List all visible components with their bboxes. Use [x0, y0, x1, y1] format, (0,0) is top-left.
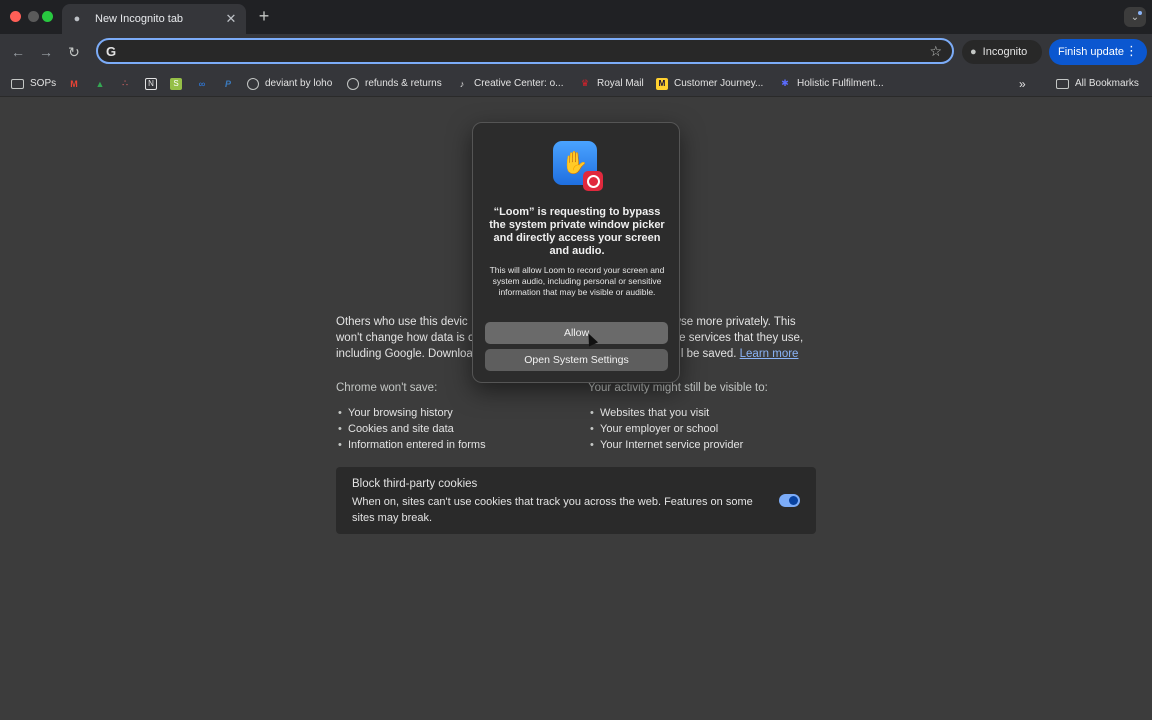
open-system-settings-button[interactable]: Open System Settings	[485, 349, 668, 371]
list-item: Your employer or school	[588, 421, 768, 437]
all-bookmarks-button[interactable]: All Bookmarks	[1056, 76, 1139, 91]
meta-icon: ∞	[198, 78, 206, 89]
arrow-left-icon: ←	[11, 44, 25, 60]
puzzle-icon: ✱	[781, 78, 789, 88]
double-chevron-right-icon: »	[1019, 76, 1026, 91]
list-item: Your Internet service provider	[588, 437, 768, 453]
cookies-description: When on, sites can't use cookies that tr…	[352, 496, 753, 524]
loom-permission-dialog: ✋ “Loom” is requesting to bypass the sys…	[472, 122, 680, 383]
forward-button[interactable]: →	[36, 42, 56, 62]
address-bar[interactable]: G ☆	[96, 38, 954, 64]
back-button[interactable]: ←	[8, 42, 28, 62]
cookies-title: Block third-party cookies	[352, 478, 478, 490]
paypal-icon: P	[224, 78, 231, 89]
reload-icon: ↻	[68, 43, 80, 60]
google-drive-icon: ▲	[95, 78, 105, 89]
still-visible-section: Your activity might still be visible to:…	[588, 382, 768, 453]
bookmark-paypal[interactable]: P	[222, 76, 234, 91]
asana-icon: ∴	[122, 78, 128, 88]
learn-more-link[interactable]: Learn more	[740, 348, 799, 360]
bookmark-star-icon[interactable]: ☆	[929, 43, 942, 60]
google-icon: G	[106, 44, 117, 59]
bookmark-meta[interactable]: ∞	[196, 76, 208, 91]
folder-icon	[1056, 78, 1069, 89]
list-item: Websites that you visit	[588, 405, 768, 421]
allow-button[interactable]: Allow	[485, 322, 668, 344]
notification-dot	[1138, 11, 1142, 15]
maximize-window-button[interactable]	[42, 11, 53, 22]
bookmark-sops[interactable]: SOPs	[11, 76, 56, 91]
minimize-window-button[interactable]	[28, 11, 39, 22]
bookmarks-overflow-button[interactable]: »	[1019, 76, 1026, 91]
tiktok-icon: ♪	[459, 78, 465, 89]
incognito-label: Incognito	[982, 46, 1028, 58]
tab-strip: ● New Incognito tab ✕ + ⌄	[0, 0, 1152, 34]
tab-search-button[interactable]: ⌄	[1124, 7, 1146, 27]
folder-icon	[11, 78, 24, 89]
record-icon	[583, 171, 603, 191]
bookmark-notion[interactable]: N	[145, 76, 157, 91]
gmail-icon: M	[70, 78, 78, 89]
bookmark-google-drive[interactable]: ▲	[94, 76, 106, 91]
incognito-icon: ●	[73, 13, 81, 25]
dialog-title: “Loom” is requesting to bypass the syste…	[489, 206, 665, 257]
shopify-icon: S	[170, 77, 182, 90]
bookmark-gmail[interactable]: M	[68, 76, 80, 91]
bookmark-asana[interactable]: ∴	[119, 76, 131, 91]
list-item: Cookies and site data	[336, 421, 486, 437]
block-cookies-toggle[interactable]	[779, 494, 800, 507]
privacy-hand-icon: ✋	[553, 141, 603, 191]
reload-button[interactable]: ↻	[64, 42, 84, 62]
toolbar: ← → ↻ G ☆ ● Incognito Finish update ⋮	[0, 34, 1152, 70]
miro-icon: M	[656, 77, 668, 90]
list-item: Information entered in forms	[336, 437, 486, 453]
bookmarks-bar: SOPs M ▲ ∴ N S ∞ P deviant by loho refun…	[0, 70, 1152, 97]
close-window-button[interactable]	[10, 11, 21, 22]
new-tab-button[interactable]: +	[256, 6, 272, 27]
more-vert-icon: ⋮	[1125, 43, 1138, 58]
notion-icon: N	[145, 77, 157, 90]
dialog-body: This will allow Loom to record your scre…	[489, 265, 665, 297]
bookmark-creative-center[interactable]: ♪ Creative Center: o...	[456, 76, 564, 91]
royal-mail-icon: ♛	[580, 78, 590, 88]
bookmark-royal-mail[interactable]: ♛ Royal Mail	[579, 76, 644, 91]
finish-update-label: Finish update	[1058, 46, 1125, 58]
third-party-cookies-card: Block third-party cookies When on, sites…	[336, 467, 816, 534]
incognito-icon: ●	[970, 46, 977, 58]
bookmark-deviant-by-loho[interactable]: deviant by loho	[247, 76, 332, 91]
still-visible-heading: Your activity might still be visible to:	[588, 382, 768, 394]
wont-save-section: Chrome won't save: Your browsing history…	[336, 382, 486, 453]
close-icon[interactable]: ✕	[224, 11, 238, 27]
tab-new-incognito[interactable]: ● New Incognito tab ✕	[62, 4, 246, 34]
bookmark-holistic-fulfilment[interactable]: ✱ Holistic Fulfilment...	[779, 76, 883, 91]
bookmark-shopify[interactable]: S	[170, 76, 182, 91]
wont-save-heading: Chrome won't save:	[336, 382, 438, 394]
globe-icon	[347, 77, 359, 90]
arrow-right-icon: →	[39, 44, 53, 60]
bookmark-refunds-returns[interactable]: refunds & returns	[347, 76, 442, 91]
incognito-profile-button[interactable]: ● Incognito	[962, 40, 1042, 64]
list-item: Your browsing history	[336, 405, 486, 421]
bookmark-customer-journey[interactable]: M Customer Journey...	[656, 76, 763, 91]
tab-title: New Incognito tab	[95, 13, 184, 25]
finish-update-button[interactable]: Finish update ⋮	[1049, 39, 1147, 65]
globe-icon	[247, 77, 259, 90]
